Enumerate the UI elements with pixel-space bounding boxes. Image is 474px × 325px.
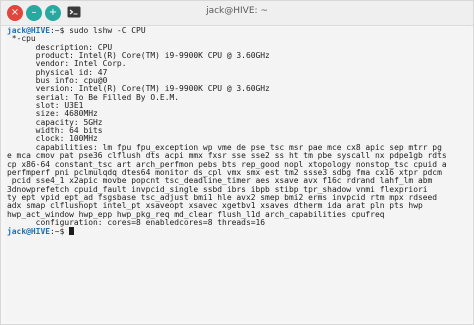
terminal-window: × – + jack@HIVE: ~ jack@HIVE:~$ sudo lsh…: [0, 0, 474, 325]
terminal-output[interactable]: jack@HIVE:~$ sudo lshw -C CPU *-cpu desc…: [5, 27, 471, 321]
output-block: *-cpu description: CPU product: Intel(R)…: [7, 34, 469, 227]
title-bar[interactable]: × – + jack@HIVE: ~: [1, 1, 473, 26]
final-prompt-line[interactable]: jack@HIVE:~$: [7, 227, 469, 237]
window-title: jack@HIVE: ~: [206, 6, 268, 16]
output-line: configuration: cores=8 enabledcores=8 th…: [7, 217, 266, 227]
prompt-suffix: :~$: [50, 227, 65, 237]
prompt-suffix: :~$: [50, 27, 65, 35]
command-line: jack@HIVE:~$ sudo lshw -C CPU: [7, 27, 469, 35]
text-cursor: [69, 227, 75, 236]
command-text: sudo lshw -C CPU: [64, 27, 146, 35]
prompt: jack@HIVE: [7, 227, 51, 237]
